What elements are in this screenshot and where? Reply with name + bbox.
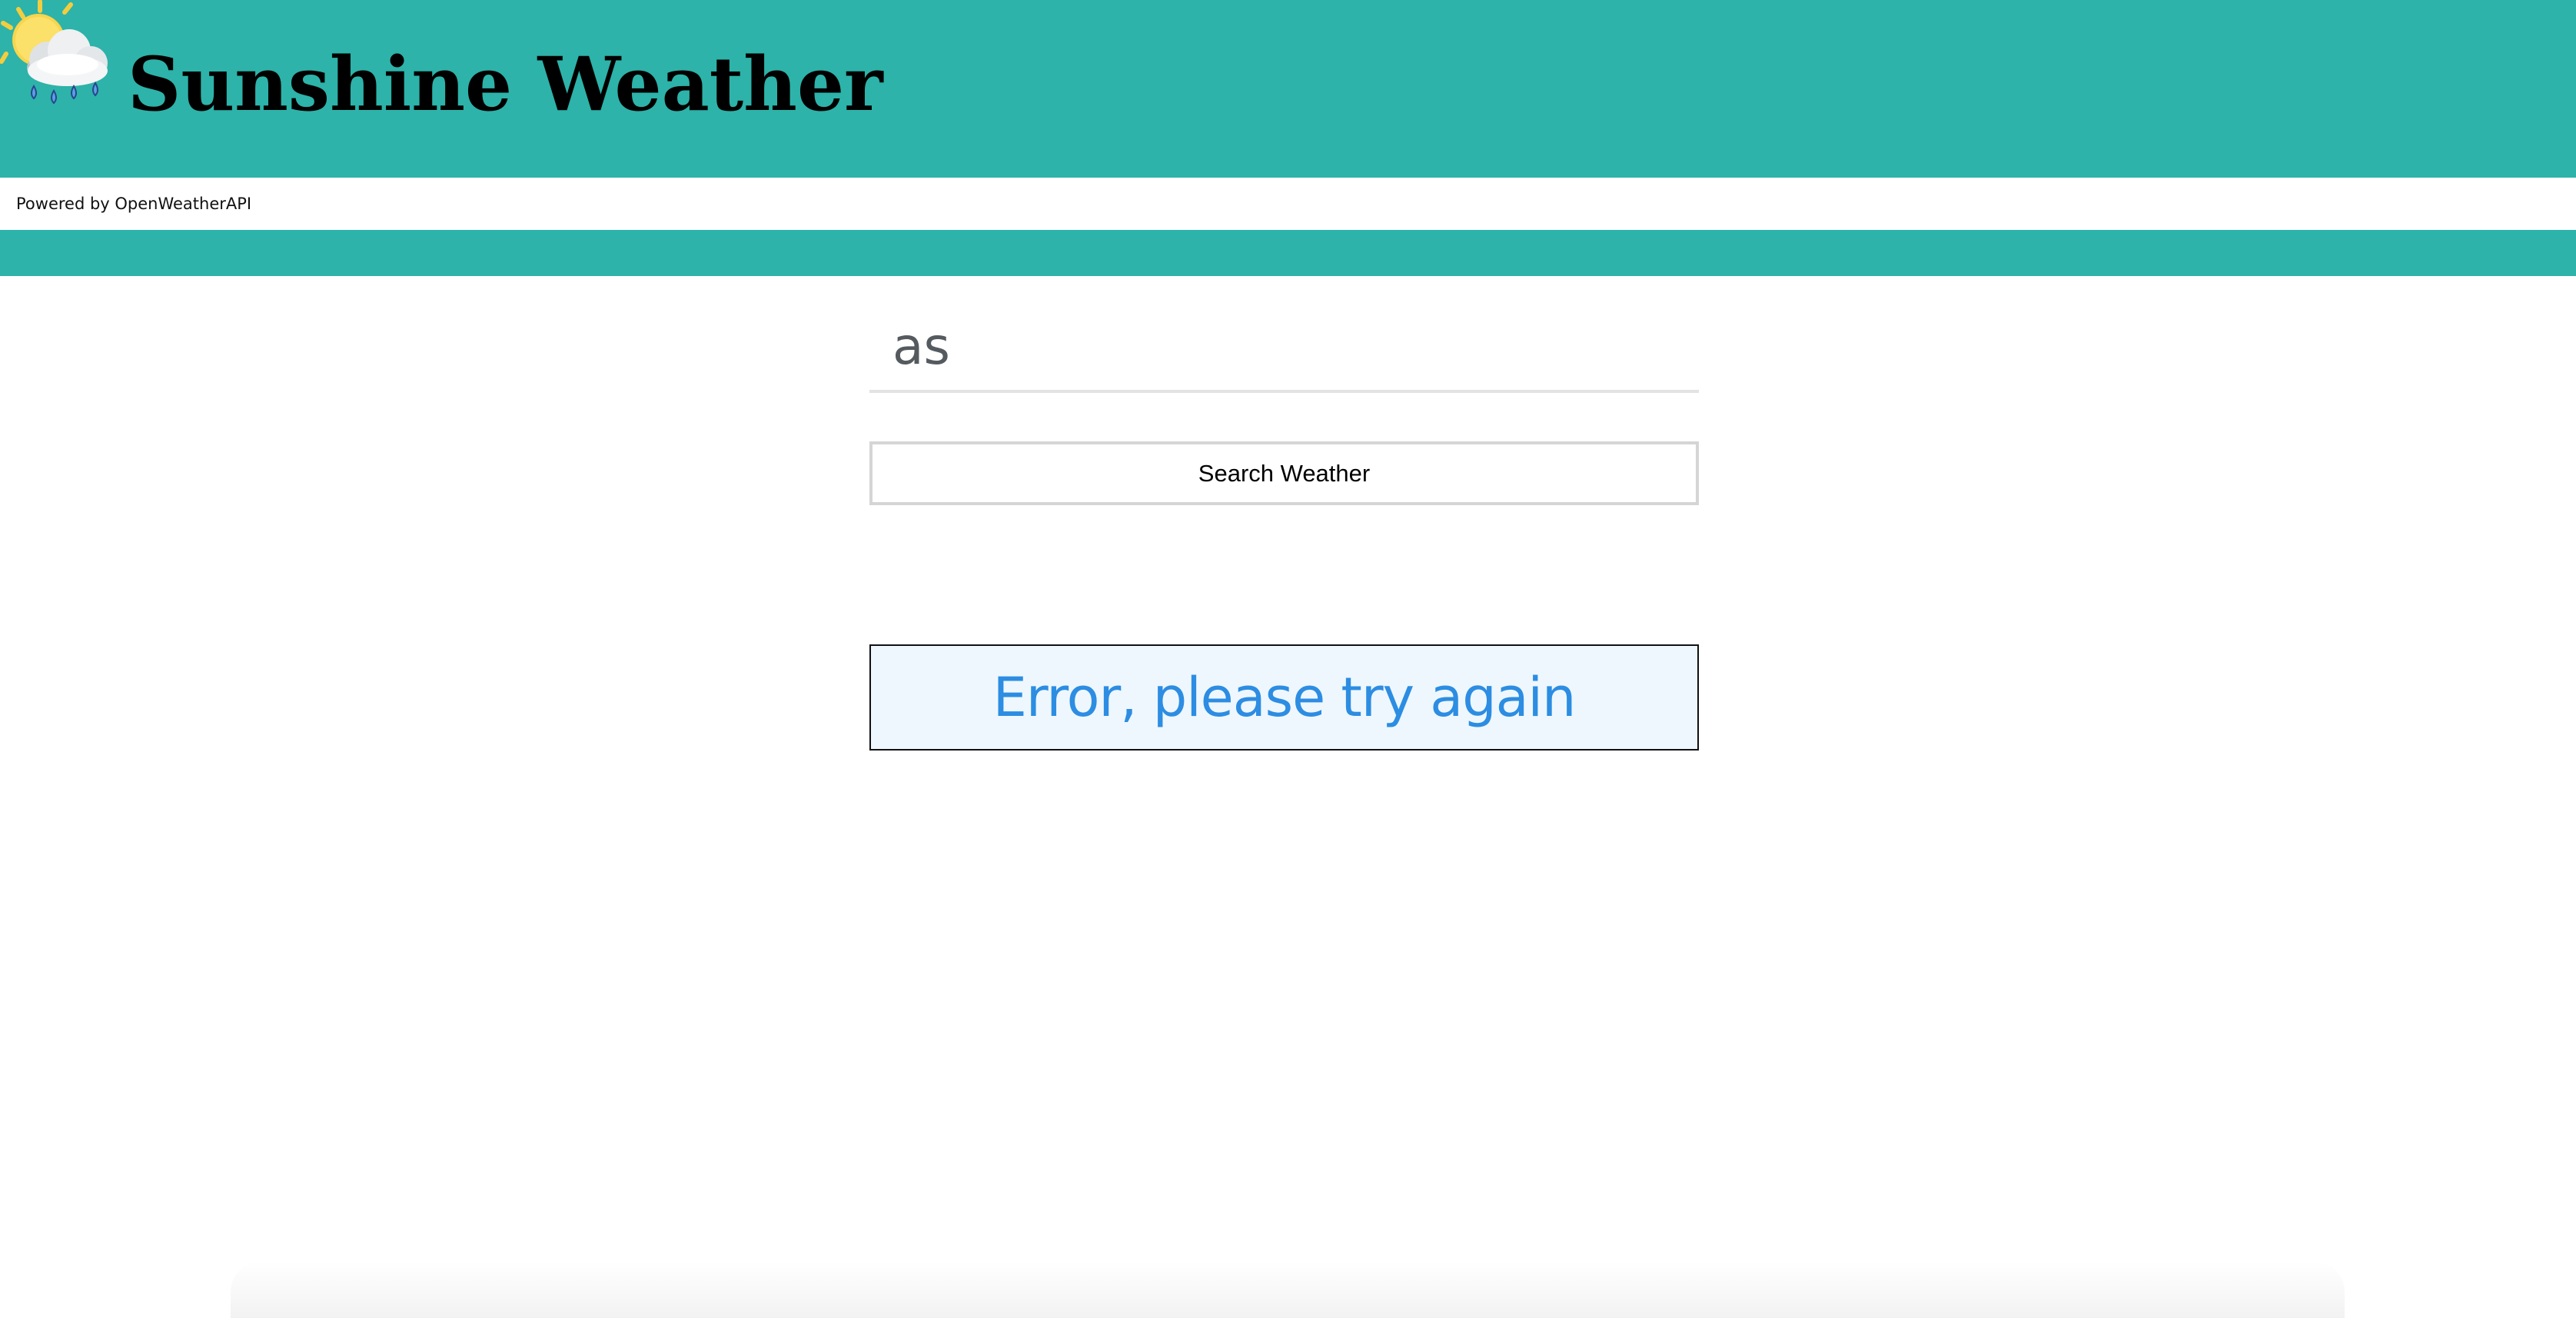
search-weather-button[interactable]: Search Weather (869, 441, 1699, 505)
sun-cloud-rain-icon (0, 0, 111, 115)
city-search-input[interactable] (869, 302, 1699, 393)
powered-by-text: Powered by OpenWeatherAPI (16, 195, 252, 213)
error-message: Error, please try again (992, 666, 1577, 729)
header-band (0, 230, 2576, 276)
footer-shadow (231, 1261, 2345, 1318)
powered-by-bar: Powered by OpenWeatherAPI (0, 178, 2576, 230)
site-header: Sunshine Weather (0, 0, 2576, 178)
site-title: Sunshine Weather (128, 41, 883, 128)
error-message-box: Error, please try again (869, 644, 1699, 751)
page: Sunshine Weather Powered by OpenWeatherA… (0, 0, 2576, 1318)
